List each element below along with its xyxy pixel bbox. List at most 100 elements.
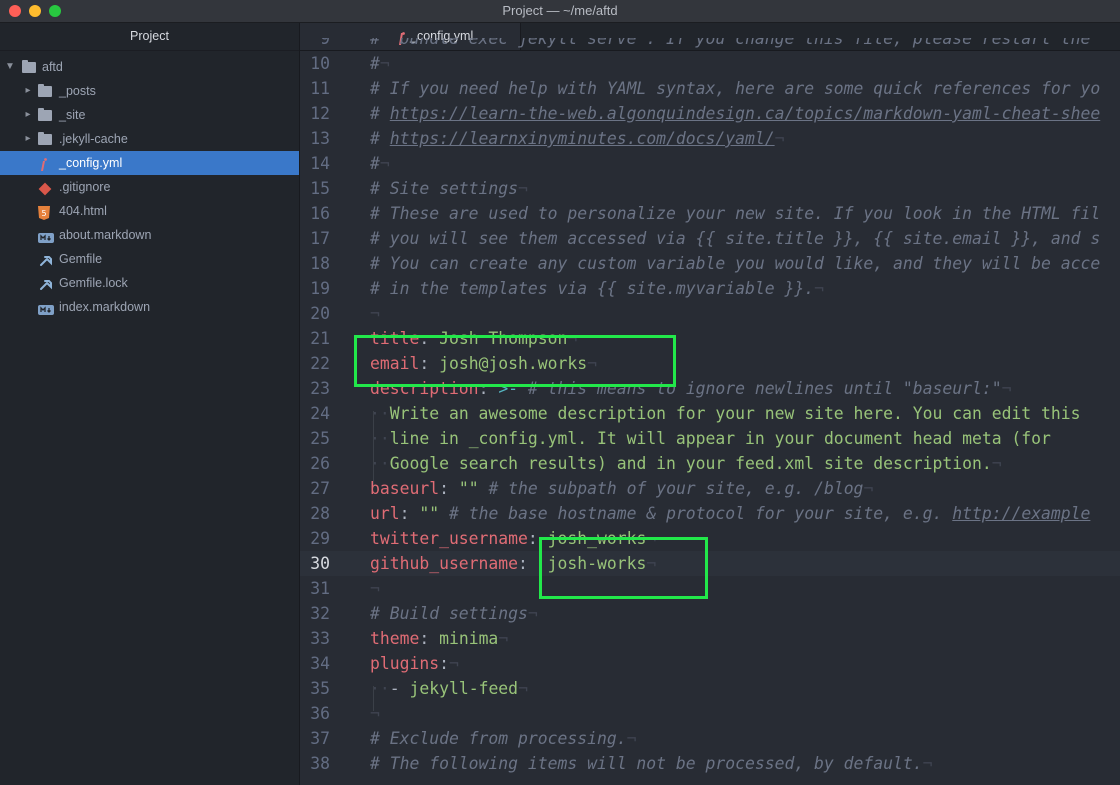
code-line[interactable]: 22 email: josh@josh.works¬ [300,351,1120,376]
line-number: 25 [310,429,330,448]
line-number: 23 [310,379,330,398]
code-line[interactable]: 28 url: "" # the base hostname & protocol… [300,501,1120,526]
code-token: # in the templates via {{ site.myvariabl… [370,279,815,298]
tree-item[interactable]: about.markdown [0,223,299,247]
code-token: Josh Thompson [439,329,568,348]
code-line[interactable]: 9 # bundle exec jekyll serve . If you cha… [300,38,1120,51]
code-line[interactable]: 24 ··Write an awesome description for you… [300,401,1120,426]
tree-item[interactable]: ▸ _site [0,103,299,127]
tree-item-label: _config.yml [59,156,123,170]
line-number: 38 [310,754,330,773]
tree-item[interactable]: Gemfile [0,247,299,271]
code-token: josh@josh.works [439,354,588,373]
code-line[interactable]: 13 # https://learnxinyminutes.com/docs/ya… [300,126,1120,151]
code-text: # https://learnxinyminutes.com/docs/yaml… [370,126,784,151]
tree-item[interactable]: _config.yml [0,151,299,175]
code-line[interactable]: 32 # Build settings¬ [300,601,1120,626]
line-number: 27 [310,479,330,498]
code-line[interactable]: 36 ¬ [300,701,1120,726]
code-text: # You can create any custom variable you… [370,251,1100,276]
code-line[interactable]: 27 baseurl: "" # the subpath of your site… [300,476,1120,501]
code-text: # The following items will not be proces… [370,751,932,776]
code-line[interactable]: 15 # Site settings¬ [300,176,1120,201]
line-number: 31 [310,579,330,598]
code-line[interactable]: 38 # The following items will not be proc… [300,751,1120,776]
code-token: ¬ [567,329,578,348]
code-line[interactable]: 17 # you will see them accessed via {{ si… [300,226,1120,251]
tree-item[interactable]: 5 404.html [0,199,299,223]
code-token: email [370,354,420,373]
code-token: # [370,104,390,123]
code-line[interactable]: 34 plugins:¬ [300,651,1120,676]
code-token: ¬ [1001,379,1012,398]
tree-root-aftd[interactable]: ▼ aftd [0,55,299,79]
tree-item-label: _site [59,108,86,122]
code-text: #¬ [370,51,390,76]
line-number: 34 [310,654,330,673]
markdown-file-icon [38,300,54,315]
code-text: # bundle exec jekyll serve . If you chan… [370,38,1090,51]
code-line[interactable]: 11 # If you need help with YAML syntax, h… [300,76,1120,101]
tree-item[interactable]: .gitignore [0,175,299,199]
code-token: : [518,554,548,573]
code-token: Write an awesome description for your ne… [389,404,1081,423]
code-token: ¬ [587,354,597,373]
code-line[interactable]: 14 #¬ [300,151,1120,176]
project-panel-title[interactable]: Project [0,23,299,51]
code-token: ¬ [498,629,509,648]
code-line[interactable]: 37 # Exclude from processing.¬ [300,726,1120,751]
line-number: 28 [310,504,330,523]
chevron-down-icon: ▼ [5,61,15,72]
line-number: 21 [310,329,330,348]
ruby-gemfile-icon [38,252,52,266]
line-number: 16 [310,204,330,223]
line-number: 36 [310,704,330,723]
code-token: # The following items will not be proces… [370,754,923,773]
code-editor[interactable]: 9 # bundle exec jekyll serve . If you cha… [300,38,1120,785]
code-line[interactable]: 31 ¬ [300,576,1120,601]
code-line[interactable]: 12 # https://learn-the-web.algonquindesig… [300,101,1120,126]
line-number: 32 [310,604,330,623]
code-text: email: josh@josh.works¬ [370,351,597,376]
tree-item[interactable]: Gemfile.lock [0,271,299,295]
code-token: "" [458,479,479,498]
tree-item[interactable]: ▸ .jekyll-cache [0,127,299,151]
code-token: : [478,379,499,398]
code-text: url: "" # the base hostname & protocol f… [370,501,1090,526]
folder-icon [38,84,52,98]
code-line[interactable]: 20 ¬ [300,301,1120,326]
code-line[interactable]: 10 #¬ [300,51,1120,76]
code-text: ¬ [370,701,380,726]
line-number: 11 [310,79,330,98]
code-line[interactable]: 33 theme: minima¬ [300,626,1120,651]
code-token: ¬ [814,279,824,298]
code-token: ¬ [518,179,528,198]
code-line[interactable]: 30 github_username: josh-works¬ [300,551,1120,576]
tree-item[interactable]: index.markdown [0,295,299,319]
tree-item[interactable]: ▸ _posts [0,79,299,103]
code-token: # [370,54,380,73]
code-token: # the base hostname & protocol for your … [439,504,953,523]
code-line[interactable]: 19 # in the templates via {{ site.myvaria… [300,276,1120,301]
code-token: https://learn-the-web.algonquindesign.ca… [389,104,1101,123]
code-line[interactable]: 23 description: >- # this means to ignore… [300,376,1120,401]
code-token: # These are used to personalize your new… [370,204,1101,223]
line-number: 12 [310,104,330,123]
line-number: 30 [310,554,330,573]
code-token: : [527,529,548,548]
code-line[interactable]: 16 # These are used to personalize your n… [300,201,1120,226]
html5-file-icon: 5 [38,204,52,220]
code-line[interactable]: 29 twitter_username: josh_works¬ [300,526,1120,551]
code-line[interactable]: 26 ··Google search results) and in your f… [300,451,1120,476]
code-token: : [439,479,459,498]
code-token: : [439,654,449,673]
folder-icon [22,60,36,74]
window-titlebar: Project — ~/me/aftd [0,0,1120,23]
code-line[interactable]: 35 ··- jekyll-feed¬ [300,676,1120,701]
code-line[interactable]: 21 title: Josh Thompson¬ [300,326,1120,351]
code-token: Google search results) and in your feed.… [389,454,992,473]
code-line[interactable]: 25 ··line in _config.yml. It will appear … [300,426,1120,451]
code-line[interactable]: 18 # You can create any custom variable y… [300,251,1120,276]
code-token: url [370,504,400,523]
chevron-right-icon: ▸ [25,85,31,96]
